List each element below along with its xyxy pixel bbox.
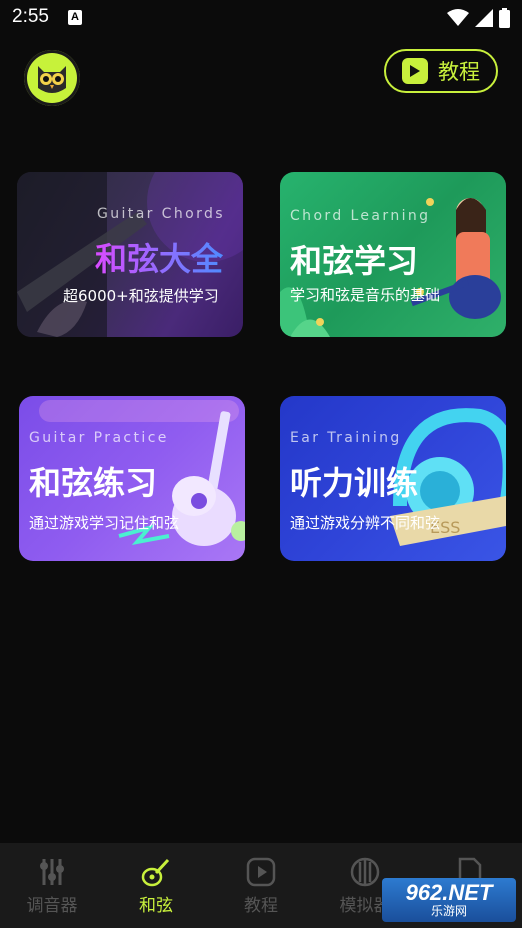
card-zh-title: 和弦学习 [290,242,419,280]
nav-label-tutorial: 教程 [244,896,278,916]
card-subtitle: 通过游戏学习记住和弦 [29,514,180,532]
card-subtitle: 学习和弦是音乐的基础 [290,286,441,304]
battery-icon [499,8,510,28]
simulator-icon [350,857,380,887]
signal-icon [475,9,493,27]
play-icon [402,58,428,84]
nav-label-chords: 和弦 [139,896,173,916]
card-zh-title: 听力训练 [290,464,419,502]
watermark-logo: 962.NET 乐游网 [382,878,516,922]
card-en-title: Guitar Chords [97,206,225,222]
notification-icon: A [68,10,82,25]
card-zh-title: 和弦大全 [95,234,223,280]
card-subtitle: 通过游戏分辨不同和弦 [290,514,441,532]
play-icon [246,857,276,887]
avatar[interactable] [24,50,80,106]
wifi-icon [447,9,469,26]
card-en-title: Guitar Practice [29,430,169,446]
watermark-bottom: 乐游网 [430,904,467,918]
card-en-title: Chord Learning [290,208,431,224]
nav-item-chords[interactable]: 和弦 [111,857,201,916]
nav-label-tuner: 调音器 [26,896,78,916]
status-time: 2:55 [12,6,49,27]
tuner-sliders-icon [40,859,64,885]
card-subtitle: 超6000+和弦提供学习 [63,287,219,305]
nav-item-tutorial[interactable]: 教程 [216,857,306,916]
guitar-icon [141,858,170,887]
status-bar: 2:55 A [0,0,522,36]
card-zh-title: 和弦练习 [29,464,158,502]
card-en-title: Ear Training [290,430,402,446]
tutorial-button-label: 教程 [438,60,480,84]
card-guitar-chords[interactable]: Guitar Chords 和弦大全 超6000+和弦提供学习 [17,172,243,337]
card-chord-learning[interactable]: Chord Learning 和弦学习 学习和弦是音乐的基础 [280,172,506,337]
watermark-top: 962.NET [405,880,493,905]
status-icons [447,8,510,28]
owl-icon [38,66,66,93]
card-guitar-practice[interactable]: Guitar Practice 和弦练习 通过游戏学习记住和弦 [19,396,245,561]
nav-item-tuner[interactable]: 调音器 [7,857,97,916]
tutorial-button[interactable]: 教程 [384,49,498,93]
card-ear-training[interactable]: ESS Ear Training 听力训练 通过游戏分辨不同和弦 [280,396,506,561]
